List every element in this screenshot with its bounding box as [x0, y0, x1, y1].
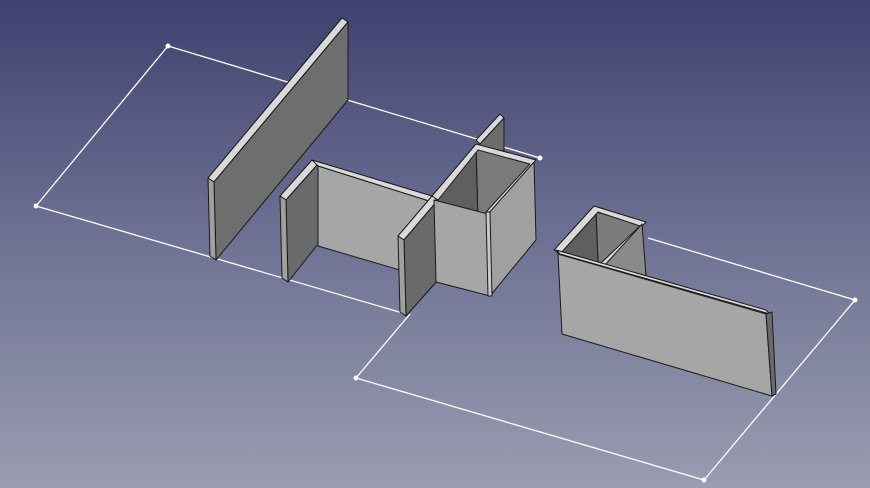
wall-square-column[interactable]: [431, 113, 537, 297]
scene-canvas[interactable]: [0, 0, 870, 488]
wall-l-panel[interactable]: [553, 205, 777, 397]
wall-u-channel[interactable]: [279, 159, 439, 317]
3d-viewport[interactable]: [0, 0, 870, 488]
